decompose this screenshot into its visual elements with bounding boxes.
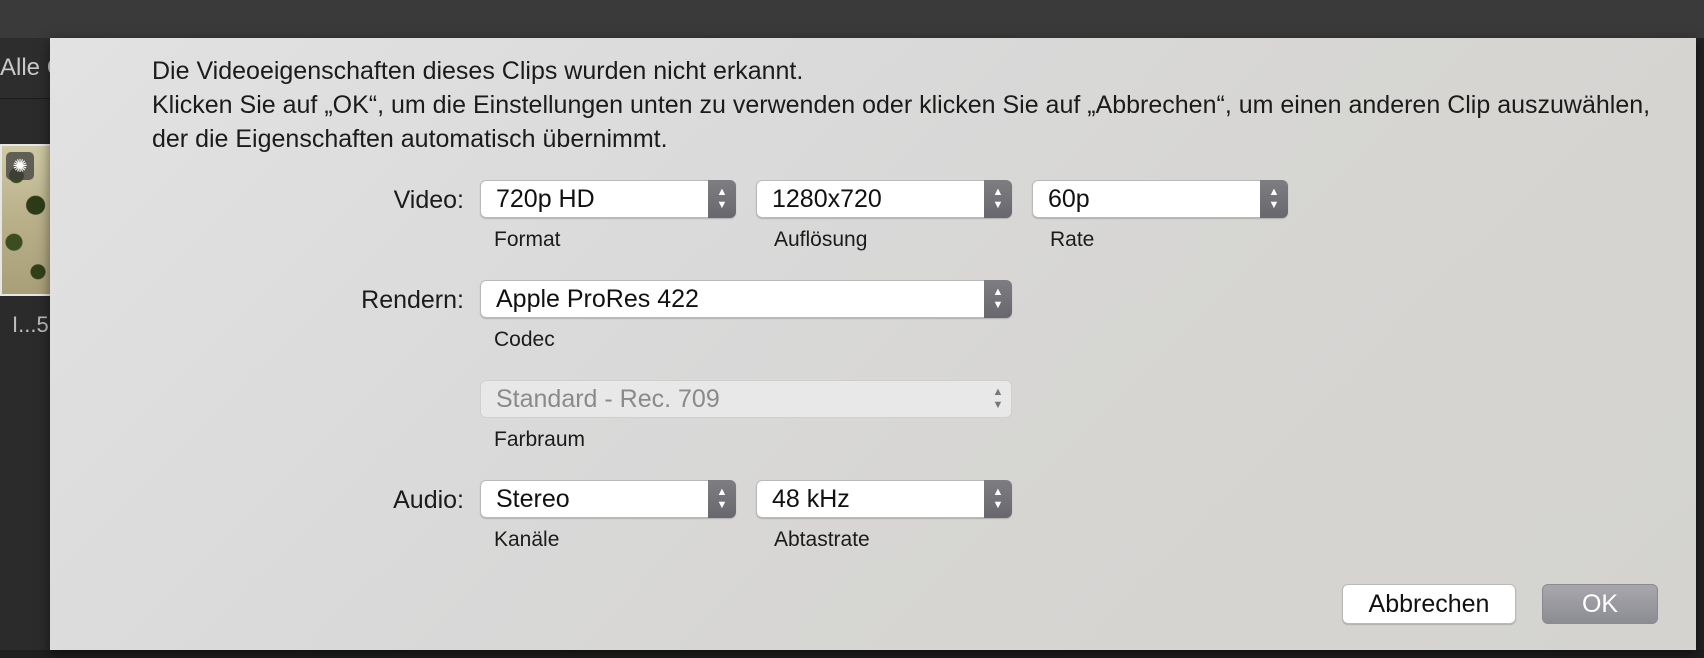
- clip-thumbnail-label: I...5: [12, 312, 49, 337]
- samplerate-caption: Abtastrate: [774, 528, 870, 551]
- cancel-button[interactable]: Abbrechen: [1342, 584, 1516, 624]
- format-caption: Format: [494, 228, 561, 251]
- audio-label: Audio:: [393, 486, 464, 514]
- rate-popup[interactable]: 60p ▲ ▼: [1032, 180, 1288, 218]
- colorspace-caption: Farbraum: [494, 428, 586, 451]
- chevron-up-down-icon: ▲ ▼: [984, 280, 1012, 318]
- format-popup[interactable]: 720p HD ▲ ▼: [480, 180, 736, 218]
- channels-value: Stereo: [496, 485, 570, 513]
- chevron-up-down-icon: ▲ ▼: [992, 386, 1004, 411]
- app-bottom-bar: [0, 650, 1704, 658]
- message-line-1: Die Videoeigenschaften dieses Clips wurd…: [152, 57, 804, 85]
- colorspace-popup: Standard - Rec. 709 ▲ ▼: [480, 380, 1012, 418]
- codec-value: Apple ProRes 422: [496, 285, 699, 313]
- message-line-2: Klicken Sie auf „OK“, um die Einstellung…: [152, 91, 1651, 153]
- rate-value: 60p: [1048, 185, 1090, 213]
- chevron-up-down-icon: ▲ ▼: [708, 180, 736, 218]
- chevron-up-down-icon: ▲ ▼: [984, 180, 1012, 218]
- channels-caption: Kanäle: [494, 528, 560, 551]
- resolution-value: 1280x720: [772, 185, 882, 213]
- ok-button[interactable]: OK: [1542, 584, 1658, 624]
- dialog-message: Die Videoeigenschaften dieses Clips wurd…: [152, 54, 1672, 156]
- app-toolbar: [0, 0, 1704, 38]
- resolution-popup[interactable]: 1280x720 ▲ ▼: [756, 180, 1012, 218]
- format-value: 720p HD: [496, 185, 595, 213]
- spinner-icon: ✺: [6, 152, 34, 180]
- chevron-up-down-icon: ▲ ▼: [708, 480, 736, 518]
- rate-caption: Rate: [1050, 228, 1095, 251]
- resolution-caption: Auflösung: [774, 228, 868, 251]
- video-properties-dialog: Die Videoeigenschaften dieses Clips wurd…: [50, 38, 1696, 650]
- samplerate-popup[interactable]: 48 kHz ▲ ▼: [756, 480, 1012, 518]
- colorspace-value: Standard - Rec. 709: [496, 385, 720, 413]
- chevron-up-down-icon: ▲ ▼: [984, 480, 1012, 518]
- chevron-up-down-icon: ▲ ▼: [1260, 180, 1288, 218]
- samplerate-value: 48 kHz: [772, 485, 850, 513]
- video-label: Video:: [393, 186, 464, 214]
- codec-popup[interactable]: Apple ProRes 422 ▲ ▼: [480, 280, 1012, 318]
- codec-caption: Codec: [494, 328, 555, 351]
- render-label: Rendern:: [361, 286, 464, 314]
- channels-popup[interactable]: Stereo ▲ ▼: [480, 480, 736, 518]
